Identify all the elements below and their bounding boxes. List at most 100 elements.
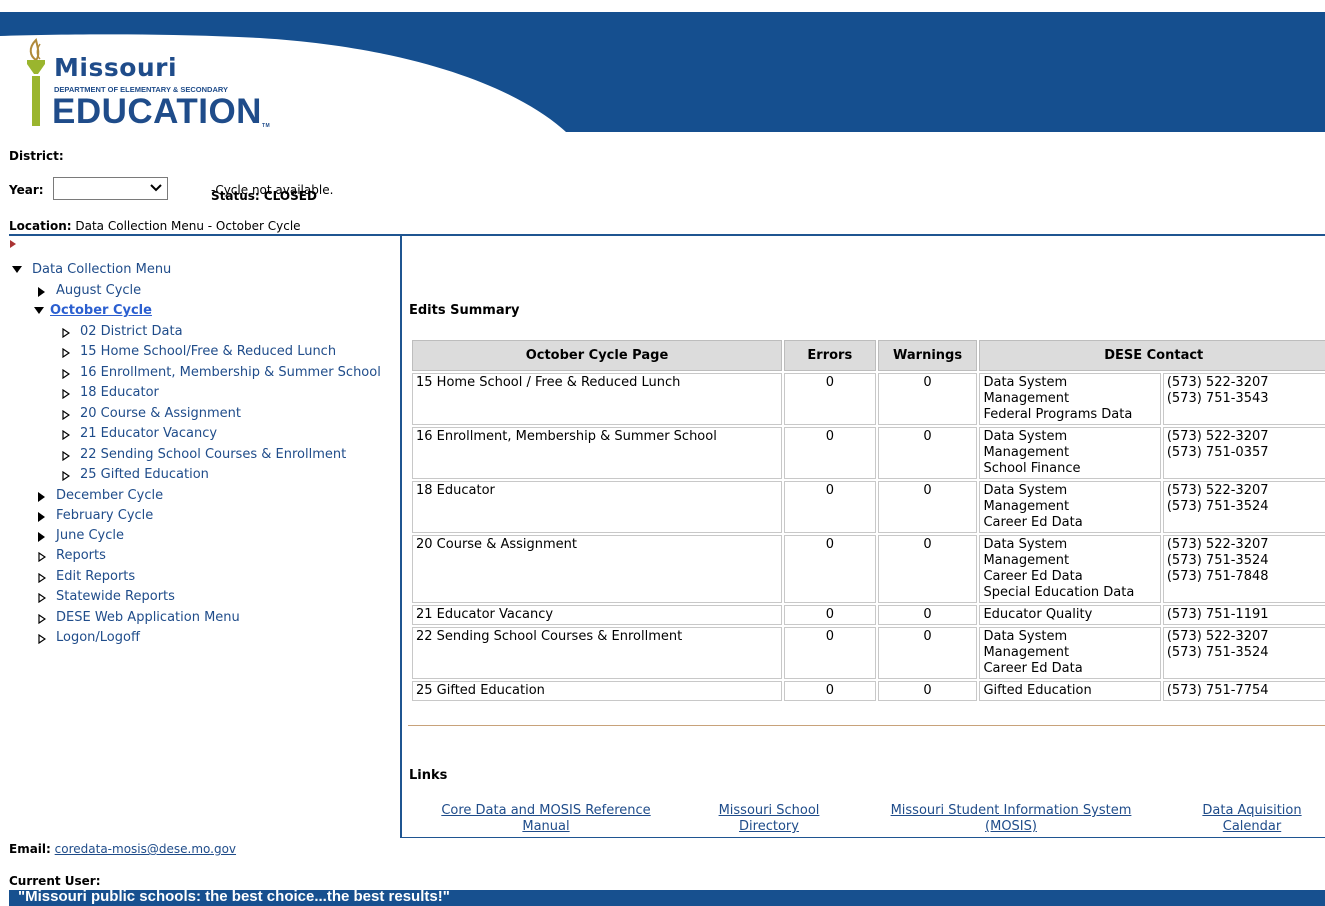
- cell-contact: Educator Quality: [979, 605, 1161, 625]
- cell-page: 20 Course & Assignment: [412, 535, 782, 603]
- logo-tm: TM: [261, 123, 271, 129]
- nav-item-label: DESE Web Application Menu: [56, 610, 240, 625]
- expanded-triangle-icon: [34, 307, 44, 314]
- cell-phone: (573) 751-7754: [1162, 681, 1325, 701]
- contact-line: Data System: [983, 429, 1068, 444]
- cell-contact: Gifted Education: [979, 681, 1161, 701]
- current-user-label: Current User:: [9, 874, 101, 888]
- phone-line: (573) 522-3207: [1166, 629, 1269, 644]
- phone-line: (573) 522-3207: [1166, 375, 1269, 390]
- collapsed-triangle-icon: [38, 532, 45, 542]
- table-row: 22 Sending School Courses & Enrollment 0 0…: [412, 627, 1325, 679]
- breadcrumb-arrow-icon: [10, 240, 16, 248]
- cell-warnings: 0: [877, 481, 978, 533]
- cell-contact: Data System Management Career Ed Data: [979, 481, 1161, 533]
- phone-line: (573) 522-3207: [1166, 429, 1269, 444]
- contact-line: Federal Programs Data: [983, 407, 1133, 422]
- collapsed-triangle-icon: [38, 512, 45, 522]
- phone-line: (573) 751-3524: [1166, 499, 1269, 514]
- collapsed-triangle-outline-icon: [62, 451, 70, 461]
- current-user-row: Current User:: [9, 874, 101, 888]
- edits-summary-table: October Cycle Page Errors Warnings DESE …: [410, 338, 1325, 703]
- divider-bottom: [400, 837, 1325, 838]
- cell-page: 21 Educator Vacancy: [412, 605, 782, 625]
- footer-slogan-bar: "Missouri public schools: the best choic…: [9, 890, 1325, 906]
- cell-warnings: 0: [877, 681, 978, 701]
- link-mosis[interactable]: Missouri Student Information System (MOSI…: [874, 803, 1148, 835]
- nav-root-label: Data Collection Menu: [32, 262, 172, 277]
- col-header-errors: Errors: [783, 340, 876, 371]
- status-text: Status: CLOSED -Cycle not available.: [211, 183, 333, 203]
- cell-page: 22 Sending School Courses & Enrollment: [412, 627, 782, 679]
- contact-line: Management: [983, 645, 1070, 660]
- logo-missouri-text: Missouri: [54, 53, 178, 82]
- table-row: 25 Gifted Education 0 0 Gifted Education (57…: [412, 681, 1325, 701]
- table-body: 15 Home School / Free & Reduced Lunch 0 0 D…: [412, 373, 1325, 701]
- link-line: Directory: [739, 819, 799, 834]
- cell-contact: Data System Management Career Ed Data Speci…: [979, 535, 1161, 603]
- contact-line: Data System: [983, 375, 1068, 390]
- collapsed-triangle-outline-icon: [38, 614, 46, 624]
- cell-phone: (573) 522-3207 (573) 751-3543: [1162, 373, 1325, 425]
- divider-top: [9, 234, 1325, 236]
- collapsed-triangle-outline-icon: [62, 471, 70, 481]
- nav-item-label: 02 District Data: [80, 324, 183, 339]
- edits-summary-title: Edits Summary: [409, 303, 520, 318]
- cell-page: 18 Educator: [412, 481, 782, 533]
- collapsed-triangle-outline-icon: [38, 634, 46, 644]
- cell-phone: (573) 522-3207 (573) 751-3524 (573) 751-78…: [1162, 535, 1325, 603]
- contact-line: Management: [983, 391, 1070, 406]
- cell-warnings: 0: [877, 605, 978, 625]
- link-data-calendar[interactable]: Data Aquisition Calendar: [1186, 803, 1318, 835]
- contact-line: Data System: [983, 629, 1068, 644]
- year-select[interactable]: [53, 177, 168, 200]
- nav-item-label: December Cycle: [56, 488, 164, 503]
- table-header-row: October Cycle Page Errors Warnings DESE …: [412, 340, 1325, 371]
- contact-line: Management: [983, 553, 1070, 568]
- cell-phone: (573) 522-3207 (573) 751-0357: [1162, 427, 1325, 479]
- link-core-data-manual[interactable]: Core Data and MOSIS Reference Manual: [430, 803, 662, 835]
- collapsed-triangle-icon: [38, 287, 45, 297]
- contact-line: Management: [983, 499, 1070, 514]
- collapsed-triangle-icon: [38, 492, 45, 502]
- phone-line: (573) 751-0357: [1166, 445, 1269, 460]
- collapsed-triangle-outline-icon: [62, 410, 70, 420]
- logo-education-text: EDUCATIONTM: [52, 94, 270, 129]
- nav-item-label: 15 Home School/Free & Reduced Lunch: [80, 344, 337, 359]
- cell-phone: (573) 522-3207 (573) 751-3524: [1162, 481, 1325, 533]
- cell-errors: 0: [783, 535, 876, 603]
- location-label: Location:: [9, 219, 72, 233]
- phone-line: (573) 522-3207: [1166, 483, 1269, 498]
- phone-line: (573) 751-3524: [1166, 645, 1269, 660]
- cell-page: 15 Home School / Free & Reduced Lunch: [412, 373, 782, 425]
- link-school-directory[interactable]: Missouri School Directory: [700, 803, 838, 835]
- collapsed-triangle-outline-icon: [62, 389, 70, 399]
- link-line: Manual: [522, 819, 570, 834]
- email-link[interactable]: coredata-mosis@dese.mo.gov: [55, 842, 236, 856]
- cell-phone: (573) 751-1191: [1162, 605, 1325, 625]
- contact-line: Gifted Education: [983, 683, 1092, 698]
- collapsed-triangle-outline-icon: [62, 430, 70, 440]
- nav-item-label: June Cycle: [56, 528, 124, 543]
- nav-item-label: 18 Educator: [80, 385, 159, 400]
- location-path: Data Collection Menu - October Cycle: [75, 219, 301, 233]
- district-label: District:: [9, 149, 64, 163]
- phone-line: (573) 751-7848: [1166, 569, 1269, 584]
- cell-warnings: 0: [877, 427, 978, 479]
- cell-phone: (573) 522-3207 (573) 751-3524: [1162, 627, 1325, 679]
- cell-errors: 0: [783, 373, 876, 425]
- phone-line: (573) 751-1191: [1166, 607, 1269, 622]
- cell-errors: 0: [783, 481, 876, 533]
- cell-warnings: 0: [877, 535, 978, 603]
- phone-line: (573) 751-3543: [1166, 391, 1269, 406]
- contact-line: Career Ed Data: [983, 661, 1083, 676]
- nav-item-label: August Cycle: [56, 283, 142, 298]
- col-header-contact: DESE Contact: [979, 340, 1325, 371]
- section-divider: [408, 725, 1325, 726]
- contact-line: Data System: [983, 483, 1068, 498]
- nav-item-label: February Cycle: [56, 508, 154, 523]
- nav-item-label: Reports: [56, 548, 106, 563]
- table-row: 21 Educator Vacancy 0 0 Educator Quality (57…: [412, 605, 1325, 625]
- dese-logo[interactable]: Missouri DEPARTMENT OF ELEMENTARY & SECO…: [24, 38, 294, 130]
- contact-line: Special Education Data: [983, 585, 1135, 600]
